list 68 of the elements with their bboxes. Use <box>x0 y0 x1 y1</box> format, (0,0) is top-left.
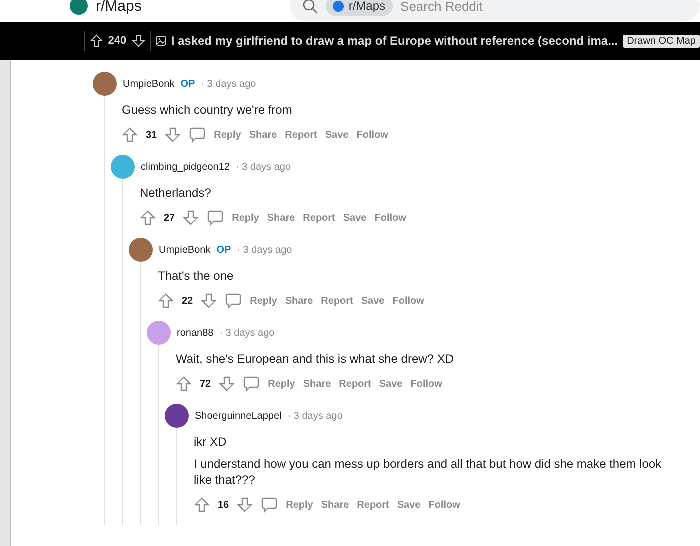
action-button[interactable]: Report <box>321 296 354 306</box>
image-icon <box>156 34 166 48</box>
action-button[interactable]: Reply <box>250 296 278 306</box>
action-button[interactable]: Save <box>343 212 367 224</box>
upvote-icon[interactable] <box>90 32 104 50</box>
action-button[interactable]: Follow <box>374 212 406 224</box>
comment-time: · 3 days ago <box>236 162 292 172</box>
action-button[interactable]: Follow <box>410 378 442 390</box>
comment-icon[interactable] <box>261 497 278 513</box>
action-button[interactable]: Reply <box>286 500 314 510</box>
action-button[interactable]: Share <box>285 296 314 306</box>
comment-text: Netherlands? <box>140 185 212 201</box>
post-flair: Drawn OC Map <box>623 34 700 48</box>
comment-icon[interactable] <box>207 210 224 226</box>
avatar[interactable] <box>165 404 189 428</box>
action-button[interactable]: Report <box>339 378 372 390</box>
comment-icon[interactable] <box>189 127 206 143</box>
comment-time: · 3 days ago <box>201 78 256 90</box>
action-button[interactable]: Follow <box>356 130 388 140</box>
search-field[interactable]: r/Maps Search Reddit <box>290 0 700 21</box>
vote-count: 72 <box>200 378 212 390</box>
comment-author[interactable]: climbing_pidgeon12 <box>141 162 230 172</box>
op-label: OP <box>180 78 196 90</box>
comment-text: Wait, she's European and this is what she drew? XD <box>176 351 455 367</box>
comment-text: ikr XD <box>194 434 228 450</box>
action-button[interactable]: Share <box>303 378 332 390</box>
comment-author[interactable]: UmpieBonk <box>123 78 175 90</box>
vote-count: 22 <box>182 296 194 306</box>
action-button[interactable]: Share <box>249 130 278 140</box>
avatar[interactable] <box>93 72 117 96</box>
action-button[interactable]: Save <box>379 378 403 390</box>
search-placeholder: Search Reddit <box>400 0 483 14</box>
search-icon <box>302 0 318 14</box>
action-button[interactable]: Reply <box>268 378 296 390</box>
action-button[interactable]: Share <box>321 500 350 510</box>
vote-count: 27 <box>164 212 176 224</box>
vote-count: 16 <box>218 500 230 510</box>
comment-time: · 3 days ago <box>288 410 343 422</box>
vote-count: 240 <box>108 35 127 47</box>
comment-text: I understand how you can mess up borders and all that but how did she make them look like that??? <box>194 456 663 488</box>
action-button[interactable]: Share <box>267 212 296 224</box>
comment-time: · 3 days ago <box>237 244 292 256</box>
comment-author[interactable]: ronan88 <box>177 328 214 338</box>
op-label: OP <box>216 244 232 256</box>
vote-count: 31 <box>146 130 158 140</box>
downvote-icon[interactable] <box>132 32 146 50</box>
avatar[interactable] <box>129 238 153 262</box>
action-button[interactable]: Follow <box>392 296 424 306</box>
subreddit-name[interactable]: r/Maps <box>96 0 142 14</box>
comment-text: That's the one <box>158 268 235 284</box>
post-title[interactable]: I asked my girlfriend to draw a map of Europe without reference (second ima... <box>171 34 618 48</box>
subreddit-chip[interactable]: r/Maps <box>326 0 393 16</box>
action-button[interactable]: Reply <box>232 212 260 224</box>
action-button[interactable]: Save <box>361 296 385 306</box>
subreddit-icon[interactable] <box>70 0 88 15</box>
comment-author[interactable]: UmpieBonk <box>159 244 211 256</box>
action-button[interactable]: Report <box>285 130 318 140</box>
action-button[interactable]: Save <box>325 130 349 140</box>
comment-time: · 3 days ago <box>220 328 275 338</box>
action-button[interactable]: Follow <box>428 500 460 510</box>
comment-author[interactable]: ShoerguinneLappel <box>195 410 282 422</box>
action-button[interactable]: Reply <box>214 130 242 140</box>
comment-icon[interactable] <box>243 376 260 392</box>
action-button[interactable]: Save <box>397 500 421 510</box>
action-button[interactable]: Report <box>357 500 390 510</box>
action-button[interactable]: Report <box>303 212 336 224</box>
comment-text: Guess which country we're from <box>122 102 294 118</box>
comment-icon[interactable] <box>225 293 242 309</box>
